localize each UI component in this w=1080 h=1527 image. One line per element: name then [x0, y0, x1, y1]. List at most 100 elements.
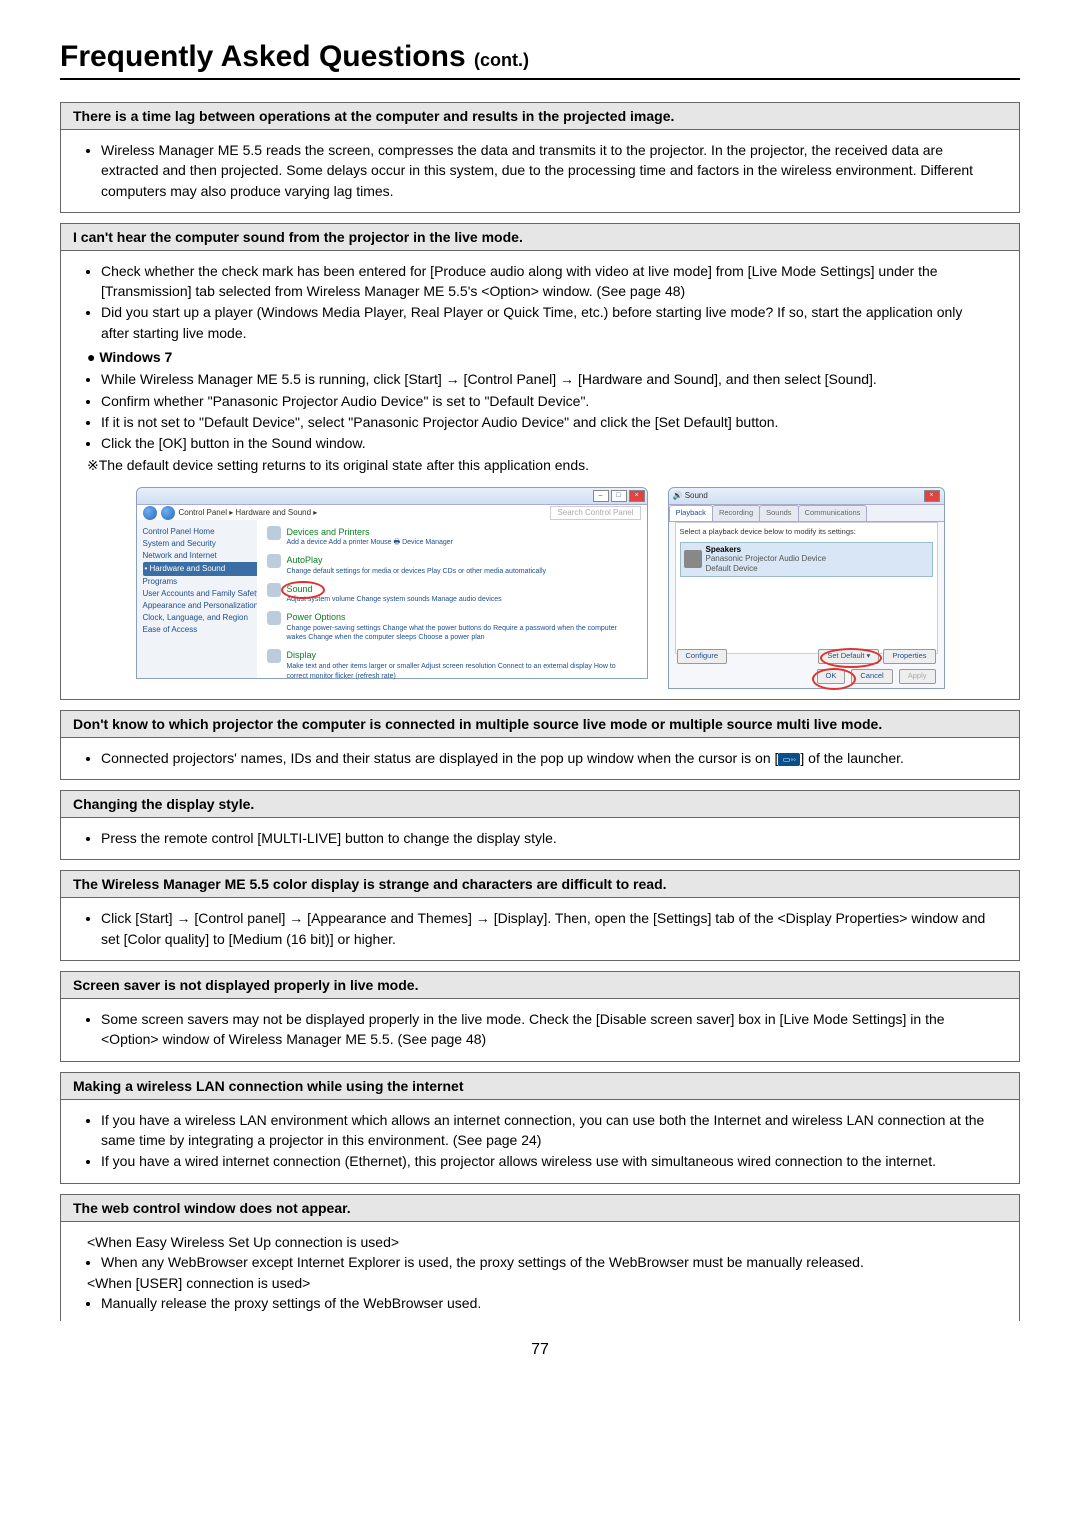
- answer-bullet: If it is not set to "Default Device", se…: [101, 412, 993, 432]
- tab-communications[interactable]: Communications: [798, 505, 868, 521]
- answer-note: ※The default device setting returns to i…: [87, 455, 993, 475]
- faq-answer: Press the remote control [MULTI-LIVE] bu…: [61, 818, 1019, 859]
- tab-recording[interactable]: Recording: [712, 505, 760, 521]
- sound-body: Select a playback device below to modify…: [675, 522, 938, 654]
- sound-dialog: 🔊 Sound × Playback Recording Sounds Comm…: [668, 487, 945, 689]
- faq-question: Changing the display style.: [61, 791, 1019, 818]
- sidebar-item[interactable]: System and Security: [143, 538, 263, 550]
- faq-answer: Some screen savers may not be displayed …: [61, 999, 1019, 1061]
- sidebar-home[interactable]: Control Panel Home: [143, 526, 263, 538]
- launcher-icon: ▭◦◦: [778, 753, 800, 766]
- breadcrumb[interactable]: Control Panel ▸ Hardware and Sound ▸: [179, 507, 318, 519]
- device-desc: Panasonic Projector Audio Device: [706, 554, 827, 564]
- answer-bullet: Click the [OK] button in the Sound windo…: [101, 433, 993, 453]
- highlight-ellipse: [820, 648, 882, 668]
- audio-device-row[interactable]: Speakers Panasonic Projector Audio Devic…: [680, 542, 933, 577]
- search-input[interactable]: Search Control Panel: [550, 506, 640, 520]
- dialog-titlebar: 🔊 Sound ×: [669, 488, 944, 505]
- cp-links[interactable]: Add a device Add a printer Mouse 🖶 Devic…: [287, 538, 454, 548]
- answer-bullet: Connected projectors' names, IDs and the…: [101, 748, 993, 768]
- sidebar-item-active: • Hardware and Sound: [143, 562, 263, 576]
- faq-answer: Wireless Manager ME 5.5 reads the screen…: [61, 130, 1019, 212]
- cp-links[interactable]: Change default settings for media or dev…: [287, 567, 547, 577]
- control-panel-main: Devices and PrintersAdd a device Add a p…: [257, 520, 647, 678]
- page-number: 77: [60, 1341, 1020, 1359]
- sidebar-item[interactable]: Programs: [143, 576, 263, 588]
- cp-category[interactable]: Power Options: [287, 611, 637, 624]
- faq-item: Making a wireless LAN connection while u…: [60, 1072, 1020, 1184]
- faq-question: There is a time lag between operations a…: [61, 103, 1019, 130]
- sidebar-item[interactable]: Network and Internet: [143, 550, 263, 562]
- page-title: Frequently Asked Questions (cont.): [60, 40, 1020, 80]
- minimize-icon[interactable]: –: [593, 490, 609, 502]
- windows7-subhead: ● Windows 7: [87, 347, 993, 367]
- faq-question: Don't know to which projector the comput…: [61, 711, 1019, 738]
- faq-question: The web control window does not appear.: [61, 1195, 1019, 1222]
- close-icon[interactable]: ×: [924, 490, 940, 502]
- faq-answer: If you have a wireless LAN environment w…: [61, 1100, 1019, 1183]
- sound-hint: Select a playback device below to modify…: [680, 527, 933, 538]
- close-icon[interactable]: ×: [629, 490, 645, 502]
- autoplay-icon: [267, 554, 281, 568]
- faq-question: Making a wireless LAN connection while u…: [61, 1073, 1019, 1100]
- tab-sounds[interactable]: Sounds: [759, 505, 798, 521]
- configure-button[interactable]: Configure: [677, 649, 728, 664]
- screenshot-row: – □ × Control Panel ▸ Hardware and Sound…: [87, 487, 993, 689]
- sidebar-item[interactable]: User Accounts and Family Safety: [143, 588, 263, 600]
- speaker-icon: [684, 550, 702, 568]
- cp-category[interactable]: Display: [287, 649, 637, 662]
- printer-icon: [267, 526, 281, 540]
- control-panel-window: – □ × Control Panel ▸ Hardware and Sound…: [136, 487, 648, 679]
- answer-bullet: Confirm whether "Panasonic Projector Aud…: [101, 391, 993, 411]
- answer-bullet: Some screen savers may not be displayed …: [101, 1009, 993, 1050]
- highlight-ellipse: [812, 668, 856, 690]
- cancel-button[interactable]: Cancel: [851, 669, 892, 684]
- answer-bullet: Press the remote control [MULTI-LIVE] bu…: [101, 828, 993, 848]
- apply-button[interactable]: Apply: [899, 669, 936, 684]
- faq-item: Don't know to which projector the comput…: [60, 710, 1020, 780]
- condition-note: <When Easy Wireless Set Up connection is…: [87, 1232, 993, 1252]
- window-titlebar: – □ ×: [137, 488, 647, 505]
- sidebar-item[interactable]: Clock, Language, and Region: [143, 612, 263, 624]
- cp-links[interactable]: Adjust system volume Change system sound…: [287, 595, 502, 605]
- sidebar-item[interactable]: Ease of Access: [143, 624, 263, 636]
- forward-icon[interactable]: [161, 506, 175, 520]
- faq-item: There is a time lag between operations a…: [60, 102, 1020, 213]
- faq-question: The Wireless Manager ME 5.5 color displa…: [61, 871, 1019, 898]
- faq-item: The web control window does not appear. …: [60, 1194, 1020, 1321]
- title-main: Frequently Asked Questions: [60, 40, 466, 73]
- faq-answer: <When Easy Wireless Set Up connection is…: [61, 1222, 1019, 1321]
- cp-category[interactable]: AutoPlay: [287, 554, 547, 567]
- faq-question: Screen saver is not displayed properly i…: [61, 972, 1019, 999]
- answer-bullet: Did you start up a player (Windows Media…: [101, 302, 993, 343]
- sound-tabs: Playback Recording Sounds Communications: [669, 505, 944, 522]
- faq-answer: Check whether the check mark has been en…: [61, 251, 1019, 699]
- faq-answer: Connected projectors' names, IDs and the…: [61, 738, 1019, 779]
- control-panel-sidebar: Control Panel Home System and Security N…: [137, 520, 270, 678]
- faq-answer: Click [Start] → [Control panel] → [Appea…: [61, 898, 1019, 960]
- sidebar-item[interactable]: Appearance and Personalization: [143, 600, 263, 612]
- answer-bullet: Wireless Manager ME 5.5 reads the screen…: [101, 140, 993, 201]
- answer-bullet: While Wireless Manager ME 5.5 is running…: [101, 369, 993, 389]
- highlight-ellipse: [281, 581, 325, 599]
- device-name: Speakers: [706, 545, 827, 555]
- answer-bullet: Manually release the proxy settings of t…: [101, 1293, 993, 1313]
- faq-item: The Wireless Manager ME 5.5 color displa…: [60, 870, 1020, 961]
- cp-links[interactable]: Change power-saving settings Change what…: [287, 624, 637, 644]
- sound-icon: [267, 583, 281, 597]
- cp-category[interactable]: Devices and Printers: [287, 526, 454, 539]
- dialog-title: Sound: [685, 491, 708, 500]
- device-status: Default Device: [706, 564, 827, 574]
- back-icon[interactable]: [143, 506, 157, 520]
- faq-question: I can't hear the computer sound from the…: [61, 224, 1019, 251]
- answer-bullet: Click [Start] → [Control panel] → [Appea…: [101, 908, 993, 949]
- display-icon: [267, 649, 281, 663]
- answer-bullet: If you have a wireless LAN environment w…: [101, 1110, 993, 1151]
- faq-item: Screen saver is not displayed properly i…: [60, 971, 1020, 1062]
- answer-bullet: If you have a wired internet connection …: [101, 1151, 993, 1171]
- tab-playback[interactable]: Playback: [669, 505, 713, 521]
- properties-button[interactable]: Properties: [883, 649, 935, 664]
- maximize-icon[interactable]: □: [611, 490, 627, 502]
- answer-bullet: Check whether the check mark has been en…: [101, 261, 993, 302]
- cp-links[interactable]: Make text and other items larger or smal…: [287, 662, 637, 682]
